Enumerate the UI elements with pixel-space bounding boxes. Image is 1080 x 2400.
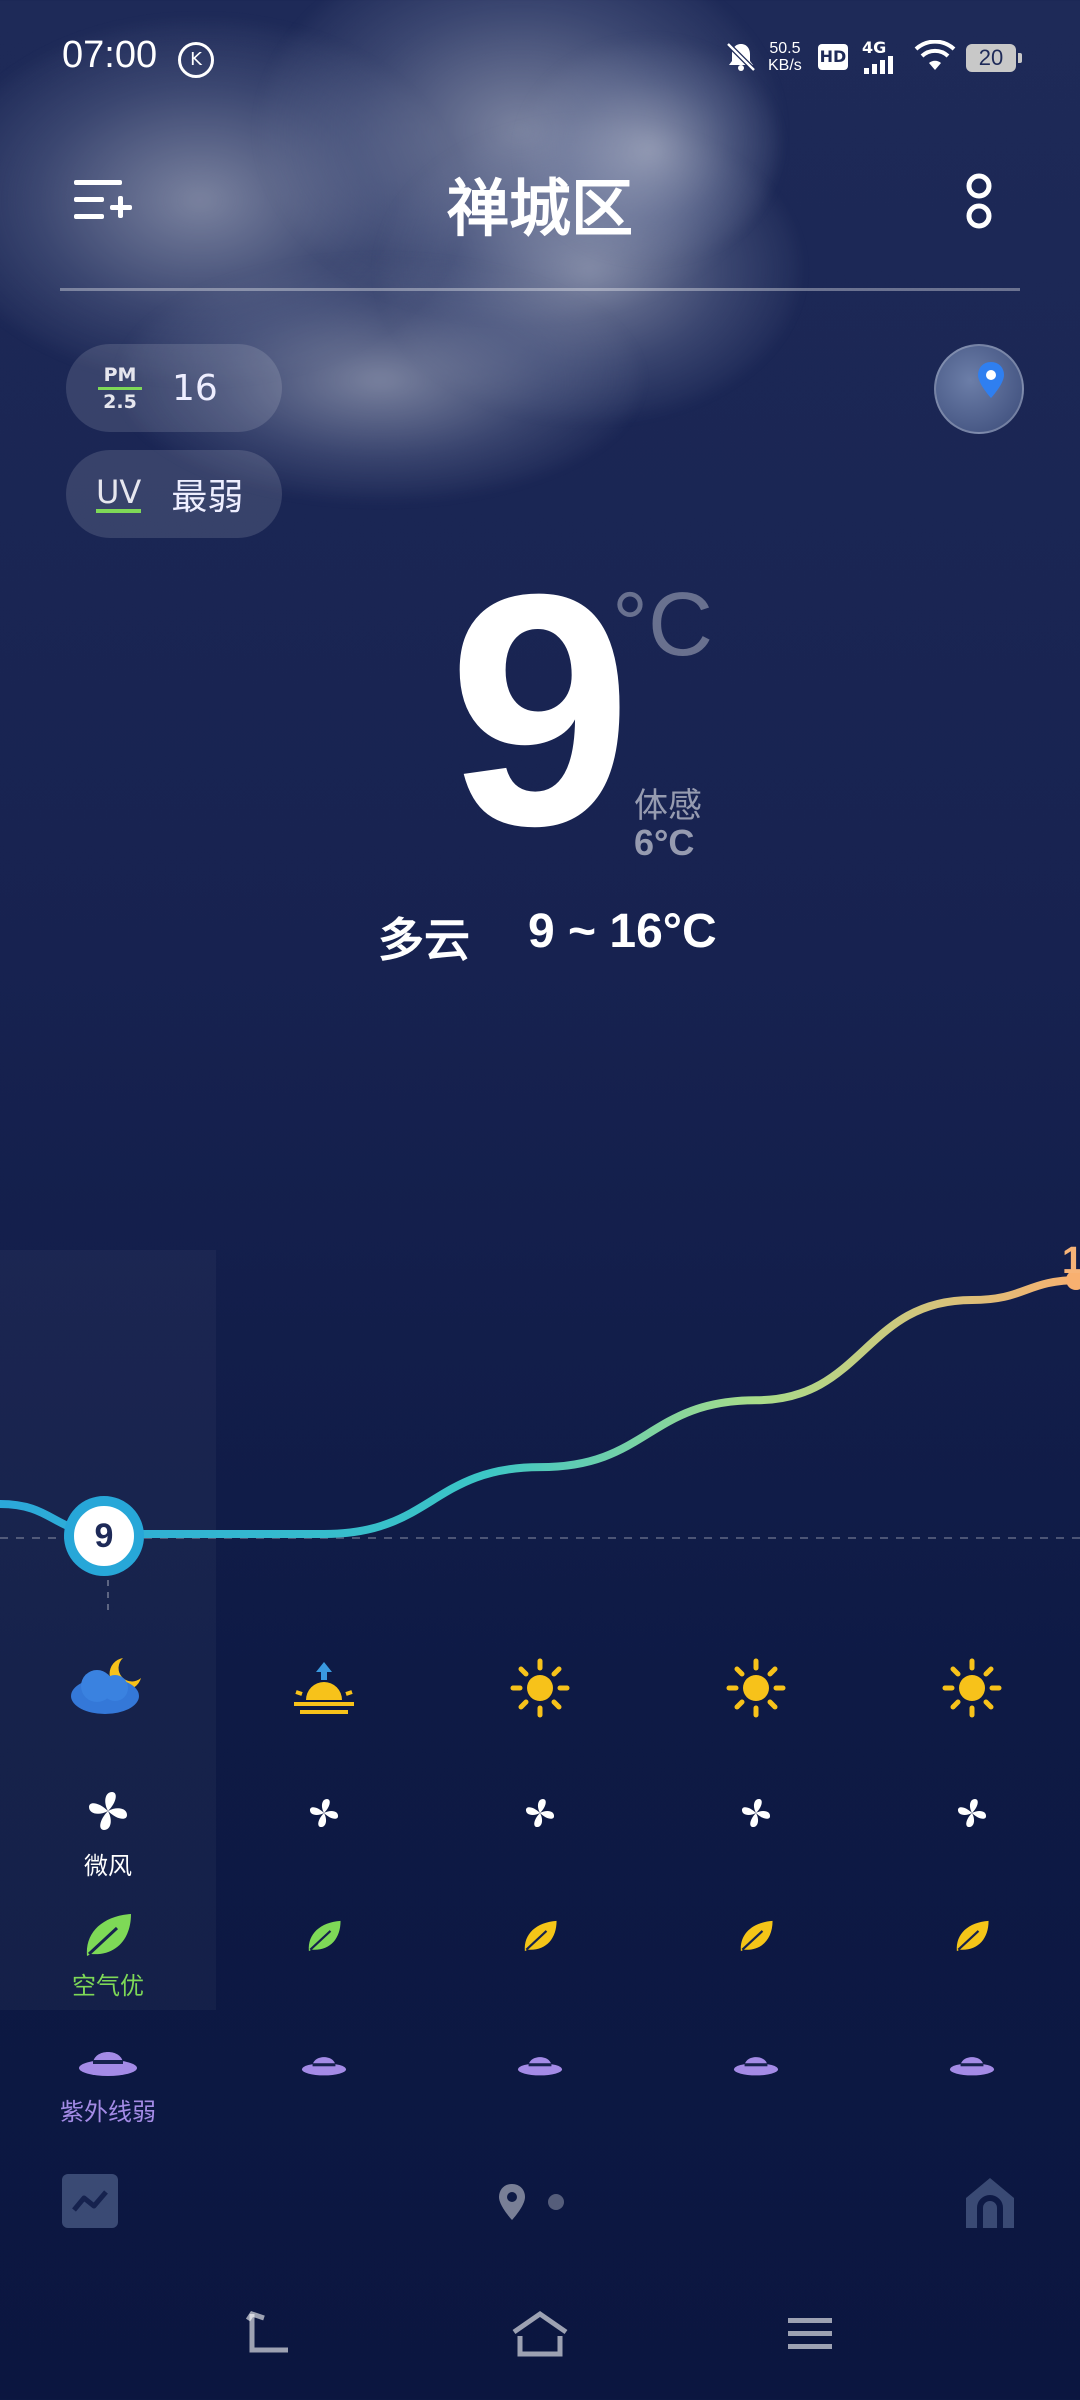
home-icon[interactable]	[510, 2310, 570, 2358]
recent-apps-icon[interactable]	[786, 2314, 834, 2354]
sun-icon	[510, 1658, 570, 1722]
signal-icon	[864, 56, 893, 74]
air-quality-leaf-icon	[520, 1918, 560, 1958]
sunrise-icon	[292, 1660, 356, 1720]
back-icon[interactable]	[244, 2310, 294, 2356]
air-quality-label: 空气优	[72, 1972, 144, 2000]
temperature-range: 9 ~ 16°C	[528, 905, 717, 958]
map-pin-icon	[978, 362, 1004, 398]
page-indicator-dot[interactable]	[548, 2194, 564, 2210]
weather-condition: 多云	[378, 913, 470, 967]
hd-icon: HD	[818, 44, 848, 70]
current-temp-bubble[interactable]: 9	[64, 1496, 144, 1576]
map-button[interactable]	[934, 344, 1024, 434]
status-time: 07:00	[62, 34, 158, 76]
uv-hat-icon	[516, 2048, 564, 2084]
pm-bottom-label: 2.5	[103, 390, 137, 413]
uv-value: 最弱	[171, 477, 244, 518]
air-quality-leaf-icon	[304, 1918, 344, 1958]
air-quality-leaf-icon	[81, 1910, 135, 1964]
more-options-icon[interactable]	[964, 172, 994, 234]
header-divider	[60, 288, 1020, 291]
network-type: 4G	[862, 38, 887, 57]
k-badge-icon: K	[178, 42, 214, 78]
uv-hat-icon	[300, 2048, 348, 2084]
net-speed: 50.5 KB/s	[768, 40, 802, 74]
net-speed-unit: KB/s	[768, 57, 802, 74]
wifi-icon	[914, 40, 956, 70]
pm25-icon: PM 2.5	[98, 365, 142, 412]
net-speed-value: 50.5	[769, 40, 801, 57]
battery-icon: 20	[966, 44, 1022, 72]
current-temperature: 9	[448, 525, 632, 894]
uv-hat-icon	[732, 2048, 780, 2084]
temperature-line	[0, 1276, 1080, 1538]
wind-fan-icon	[739, 1796, 773, 1834]
uv-level-label: 紫外线弱	[60, 2098, 156, 2126]
air-quality-leaf-icon	[736, 1918, 776, 1958]
uv-hat-icon	[77, 2040, 139, 2086]
wind-fan-icon	[85, 1788, 131, 1838]
home-widget-icon[interactable]	[962, 2174, 1018, 2230]
sun-icon	[726, 1658, 786, 1722]
trend-chart-icon	[72, 2190, 108, 2212]
cloud-moon-icon	[67, 1652, 149, 1722]
uv-label: UV	[96, 473, 142, 513]
current-location-page-icon[interactable]	[496, 2182, 528, 2222]
trend-chart-button[interactable]	[62, 2174, 118, 2228]
wind-fan-icon	[523, 1796, 557, 1834]
mute-bell-icon	[726, 42, 756, 72]
pm25-badge[interactable]: PM 2.5 16	[66, 344, 282, 432]
pm25-value: 16	[172, 367, 218, 409]
uv-badge[interactable]: UV 最弱	[66, 450, 282, 538]
wind-fan-icon	[955, 1796, 989, 1834]
feels-like-label: 体感	[634, 786, 702, 826]
temperature-unit: °C	[612, 575, 713, 675]
sun-icon	[942, 1658, 1002, 1722]
temperature-chart[interactable]	[0, 1200, 1080, 1620]
city-title: 禅城区	[446, 172, 633, 245]
next-temp-edge-label: 1	[1062, 1240, 1080, 1282]
wind-label: 微风	[84, 1852, 132, 1880]
wind-fan-icon	[307, 1796, 341, 1834]
uv-hat-icon	[948, 2048, 996, 2084]
air-quality-leaf-icon	[952, 1918, 992, 1958]
pm-top-label: PM	[103, 363, 137, 386]
feels-like-value: 6°C	[634, 822, 695, 863]
